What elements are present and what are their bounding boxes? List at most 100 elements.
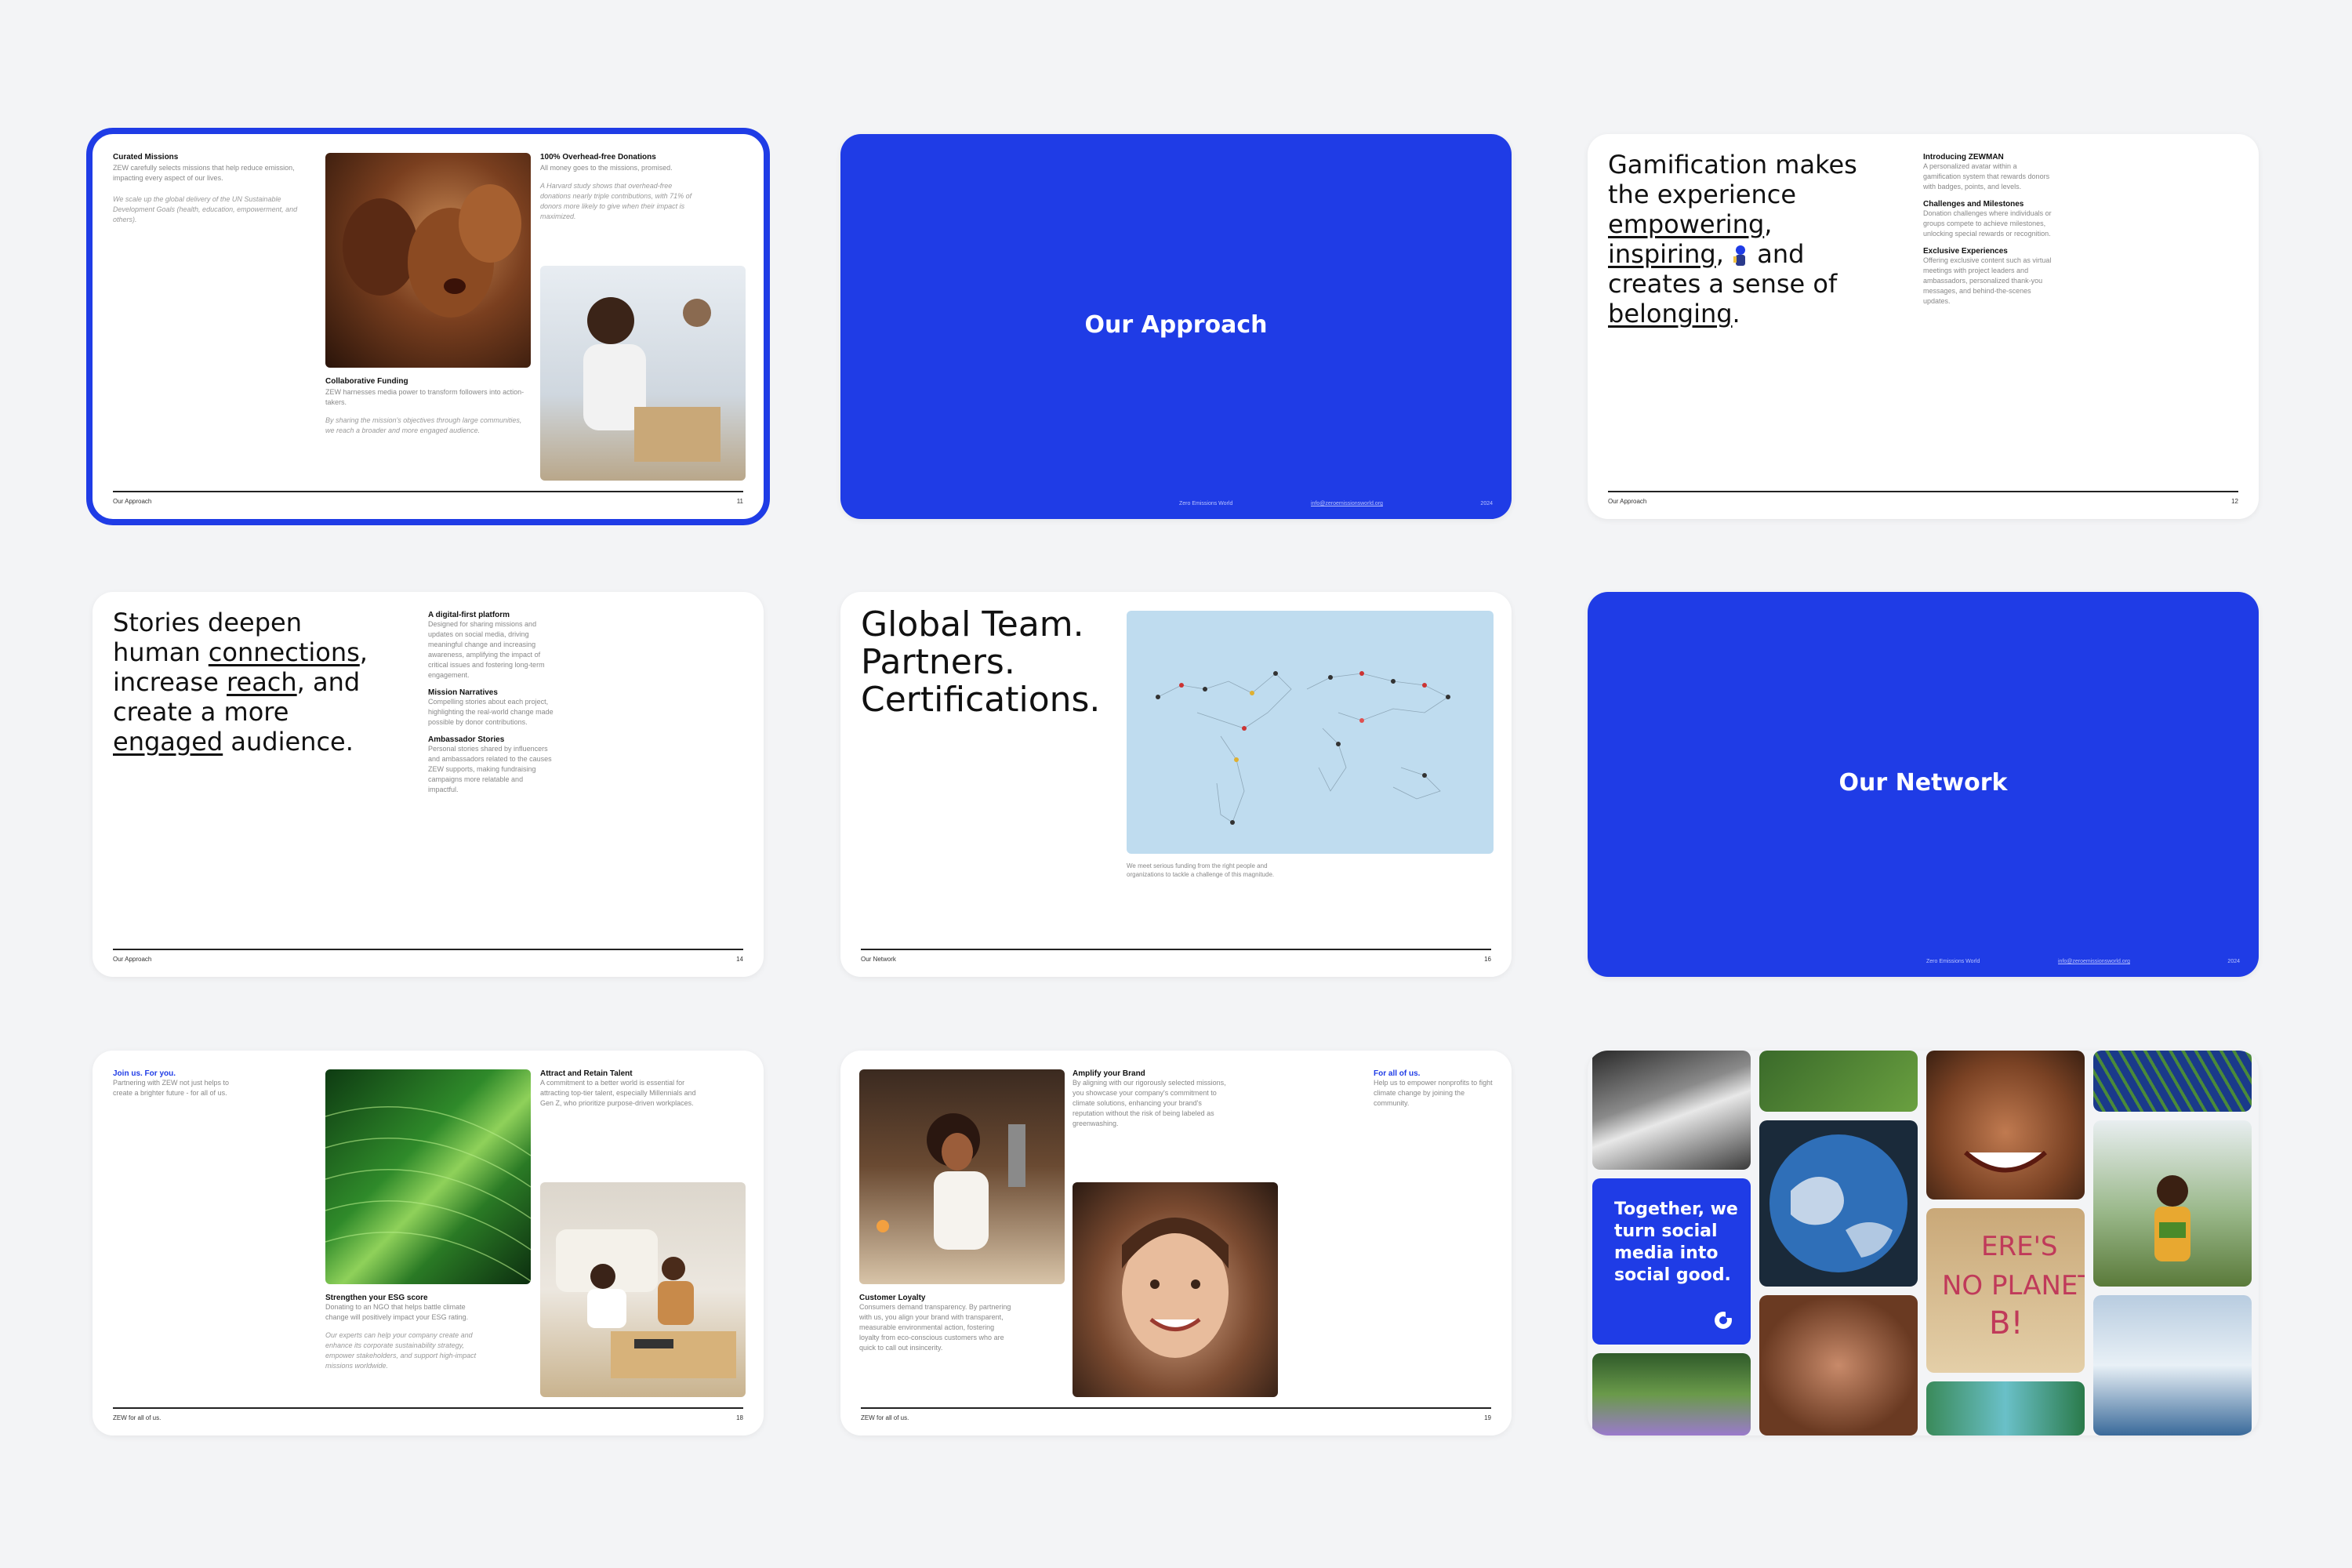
slide-thumbnail-8[interactable]: Customer Loyalty Consumers demand transp…: [840, 1051, 1512, 1436]
singing-women-photo: [325, 153, 531, 368]
ambassador-stories-text: Personal stories shared by influencers a…: [428, 745, 552, 793]
river-aerial-photo: [1926, 1381, 2085, 1436]
section-title: Our Approach: [1084, 311, 1268, 339]
footer-page-number: 14: [736, 956, 743, 963]
exclusive-text: Offering exclusive content such as virtu…: [1923, 256, 2052, 305]
tagline-card: Together, we turn social media into soci…: [1592, 1178, 1751, 1345]
zewman-avatar-icon: [1732, 244, 1749, 267]
section-title: Our Network: [1838, 769, 2008, 797]
collab-funding-text: ZEW harnesses media power to transform f…: [325, 388, 524, 406]
volunteer-illustration: [583, 297, 720, 462]
gamification-headline: Gamification makes the experience empowe…: [1608, 150, 1906, 328]
headline-line-1: Global Team.: [861, 604, 1084, 644]
green-field-photo: [1759, 1051, 1918, 1112]
slide-thumbnail-9[interactable]: Together, we turn social media into soci…: [1588, 1051, 2259, 1436]
two-faces-photo: [1759, 1295, 1918, 1436]
green-leaf-photo: [325, 1069, 531, 1284]
headline-line-3: Certifications.: [861, 680, 1101, 720]
world-map-network-illustration: [1156, 671, 1450, 825]
slide-thumbnail-1[interactable]: Curated Missions ZEW carefully selects m…: [86, 128, 770, 525]
esg-score-italic: Our experts can help your company create…: [325, 1331, 477, 1370]
for-all-of-us-text: Help us to empower nonprofits to fight c…: [1374, 1079, 1493, 1107]
headline-line-1: Stories deepen: [113, 608, 302, 637]
footer-divider: [861, 1407, 1491, 1409]
headline-word-and: and: [1757, 239, 1805, 269]
esg-score-text: Donating to an NGO that helps battle cli…: [325, 1303, 469, 1321]
slide-thumbnail-6[interactable]: Our Network Zero Emissions World info@ze…: [1588, 592, 2259, 977]
footer-divider: [1608, 491, 2238, 492]
headline-word-empowering: empowering: [1608, 209, 1765, 239]
headline-line-2: Partners.: [861, 642, 1015, 682]
mission-narratives-title: Mission Narratives: [428, 688, 498, 697]
smiling-woman-photo: [1926, 1051, 2085, 1200]
slide-thumbnail-7[interactable]: Join us. For you. Partnering with ZEW no…: [93, 1051, 764, 1436]
footer-page-number: 19: [1484, 1414, 1491, 1421]
intro-zewman-text: A personalized avatar within a gamificat…: [1923, 162, 2050, 191]
footer-page-number: 12: [2231, 498, 2238, 505]
attract-talent-text: A commitment to a better world is essent…: [540, 1079, 696, 1107]
headline-word-belonging: belonging: [1608, 299, 1733, 328]
footer-page-number: 16: [1484, 956, 1491, 963]
curated-missions-title: Curated Missions: [113, 153, 179, 162]
challenges-text: Donation challenges where individuals or…: [1923, 209, 2052, 238]
exclusive-title: Exclusive Experiences: [1923, 247, 2008, 256]
headline-line-2: the experience: [1608, 180, 1797, 209]
zew-logo-icon: [1713, 1310, 1733, 1330]
blue-footer-year: 2024: [2227, 959, 2240, 964]
customer-loyalty-title: Customer Loyalty: [859, 1294, 926, 1302]
footer-section-label: Our Network: [861, 956, 896, 963]
curated-missions-text: ZEW carefully selects missions that help…: [113, 164, 295, 182]
smiling-girl-illustration: [1122, 1218, 1229, 1358]
footer-divider: [113, 949, 743, 950]
headline-word-engaged: engaged: [113, 727, 223, 757]
farmer-illustration: [2154, 1175, 2190, 1261]
footer-section-label: Our Approach: [113, 498, 152, 505]
blue-footer-email: info@zeroemissionsworld.org: [2058, 959, 2130, 964]
overhead-free-text: All money goes to the missions, promised…: [540, 164, 673, 172]
headline-line-3b: , and: [296, 667, 361, 697]
footer-divider: [113, 491, 743, 492]
greenhouse-farmer-photo: [2093, 1120, 2252, 1287]
protest-sign-illustration: ERE'S NO PLANET B!: [1942, 1231, 2085, 1341]
footer-section-label: ZEW for all of us.: [113, 1414, 162, 1421]
collab-funding-title: Collaborative Funding: [325, 377, 408, 386]
headline-word-reach: reach: [227, 667, 297, 697]
challenges-title: Challenges and Milestones: [1923, 200, 2024, 209]
smiling-girl-photo: [1073, 1182, 1278, 1397]
slide-thumbnail-4[interactable]: Stories deepen human connections, increa…: [93, 592, 764, 977]
footer-divider: [113, 1407, 743, 1409]
footer-section-label: Our Approach: [1608, 498, 1647, 505]
volunteer-packing-photo: [540, 266, 746, 481]
refill-shop-photo: [859, 1069, 1065, 1284]
customer-loyalty-text: Consumers demand transparency. By partne…: [859, 1303, 1011, 1352]
amplify-brand-text: By aligning with our rigorously selected…: [1073, 1079, 1226, 1127]
global-team-headline: Global Team. Partners. Certifications.: [861, 606, 1100, 719]
footer-section-label: Our Approach: [113, 956, 152, 963]
world-map-pins-photo: [1127, 611, 1494, 854]
digital-platform-title: A digital-first platform: [428, 611, 510, 619]
slide-thumbnail-3[interactable]: Gamification makes the experience empowe…: [1588, 134, 2259, 519]
headline-line-2a: human: [113, 637, 201, 667]
slide-thumbnail-5[interactable]: Global Team. Partners. Certifications. W…: [840, 592, 1512, 977]
footer-page-number: 18: [736, 1414, 743, 1421]
intro-zewman-title: Introducing ZEWMAN: [1923, 153, 2004, 162]
overhead-free-italic: A Harvard study shows that overhead-free…: [540, 182, 692, 220]
mission-narratives-text: Compelling stories about each project, h…: [428, 698, 554, 726]
curated-missions-italic: We scale up the global delivery of the U…: [113, 195, 298, 223]
map-caption: We meet serious funding from the right p…: [1127, 862, 1275, 878]
attract-talent-title: Attract and Retain Talent: [540, 1069, 633, 1078]
wildflower-meadow-photo: [1592, 1353, 1751, 1436]
collab-funding-italic: By sharing the mission's objectives thro…: [325, 416, 522, 434]
earth-globe-photo: [1759, 1120, 1918, 1287]
earth-illustration: [1769, 1134, 1907, 1272]
solar-panels-photo: [2093, 1051, 2252, 1112]
headline-line-5: creates a sense of: [1608, 269, 1838, 299]
blue-footer-year: 2024: [1480, 501, 1493, 506]
stories-headline: Stories deepen human connections, increa…: [113, 608, 411, 757]
tagline-text: Together, we turn social media into soci…: [1614, 1200, 1738, 1285]
footer-page-number: 11: [736, 498, 743, 505]
slide-thumbnail-2[interactable]: Our Approach Zero Emissions World info@z…: [840, 134, 1512, 519]
protest-sign-photo: ERE'S NO PLANET B!: [1926, 1208, 2085, 1373]
overhead-free-title: 100% Overhead-free Donations: [540, 153, 656, 162]
blue-footer-org: Zero Emissions World: [1179, 501, 1233, 506]
